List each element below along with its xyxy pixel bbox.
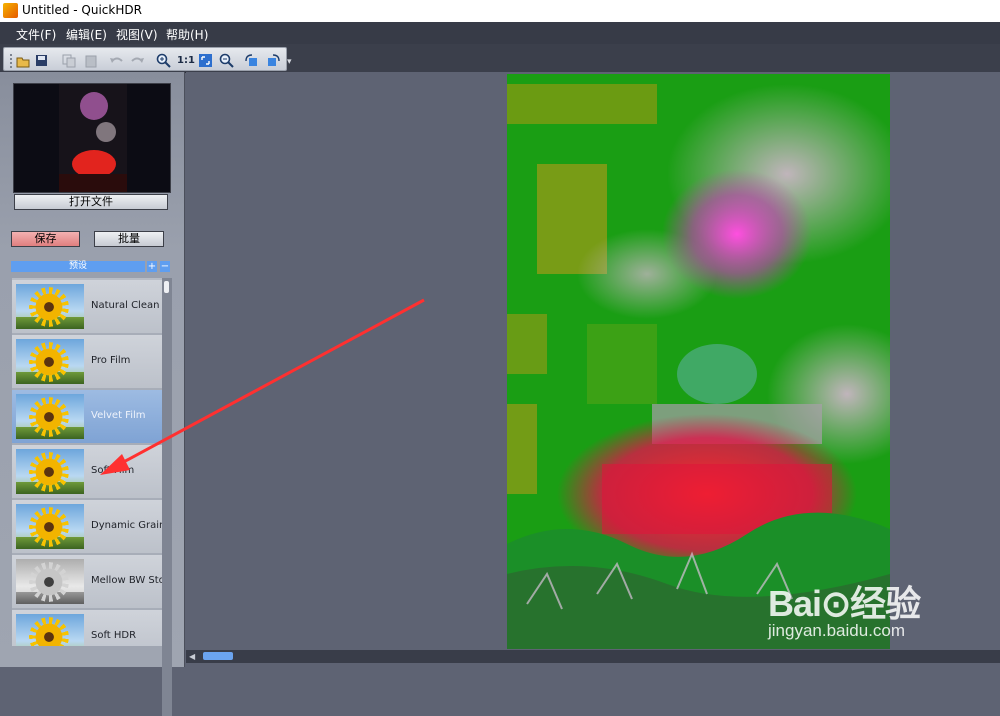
preset-item-velvet-film[interactable]: Velvet Film [12,390,162,445]
preset-thumbnail [16,559,84,604]
toolbar: 1:1 ▾ [0,44,1000,73]
preset-item-natural-clean[interactable]: Natural Clean [12,280,162,335]
batch-button[interactable]: 批量 [94,231,164,247]
preset-item-dynamic-grain[interactable]: Dynamic Grain [12,500,162,555]
menu-file[interactable]: 文件(F) [16,26,56,43]
menu-help[interactable]: 帮助(H) [166,26,208,43]
preset-label: Natural Clean [91,300,160,311]
preset-thumbnail [16,504,84,549]
preset-label: Velvet Film [91,410,146,421]
preset-label: Dynamic Grain [91,520,162,531]
paste-icon[interactable] [83,53,98,68]
scrollbar-thumb[interactable] [164,281,169,293]
scrollbar-thumb[interactable] [203,652,233,660]
undo-icon[interactable] [109,53,124,68]
open-file-button[interactable]: 打开文件 [14,194,168,210]
preset-label: Pro Film [91,355,131,366]
preset-item-soft-film[interactable]: Soft Film [12,445,162,500]
app-icon [3,3,18,18]
fit-window-icon[interactable] [198,53,213,68]
copy-icon[interactable] [61,53,76,68]
open-icon[interactable] [16,53,31,68]
save-button[interactable]: 保存 [11,231,80,247]
presets-header[interactable]: 预设 [11,261,145,272]
image-thumbnail [13,83,171,193]
save-icon[interactable] [34,53,49,68]
preset-list: Natural Clean Pro Film Velvet Film Soft … [12,278,162,646]
left-panel: 打开文件 保存 批量 预设 + − Natural Clean Pro Film… [0,72,185,716]
scroll-left-icon[interactable]: ◀ [189,652,195,661]
preset-thumbnail [16,339,84,384]
toolbar-group: 1:1 [3,47,287,71]
preset-thumbnail [16,614,84,646]
preset-item-soft-hdr[interactable]: Soft HDR [12,610,162,646]
horizontal-scrollbar[interactable]: ◀ [186,650,1000,663]
preset-item-pro-film[interactable]: Pro Film [12,335,162,390]
baidu-watermark: Bai⊙经验 jingyan.baidu.com [760,553,980,653]
preset-label: Soft HDR [91,630,137,641]
menu-edit[interactable]: 编辑(E) [66,26,107,43]
zoom-in-icon[interactable] [156,53,171,68]
menu-bar: 文件(F) 编辑(E) 视图(V) 帮助(H) [0,22,1000,44]
preset-thumbnail [16,394,84,439]
actual-size-icon[interactable]: 1:1 [176,53,196,68]
window-title: Untitled - QuickHDR [22,3,142,17]
preset-item-mellow-bw[interactable]: Mellow BW Stoc [12,555,162,610]
preset-label: Mellow BW Stoc [91,575,162,586]
zoom-out-icon[interactable] [219,53,234,68]
title-bar: Untitled - QuickHDR [0,0,1000,23]
redo-icon[interactable] [130,53,145,68]
preset-thumbnail [16,284,84,329]
remove-preset-button[interactable]: − [160,261,170,272]
toolbar-overflow-icon[interactable]: ▾ [287,57,292,67]
watermark-url: jingyan.baidu.com [768,621,906,640]
preset-list-scrollbar[interactable] [162,278,172,716]
preset-thumbnail [16,449,84,494]
add-preset-button[interactable]: + [147,261,157,272]
rotate-right-icon[interactable] [266,53,281,68]
menu-view[interactable]: 视图(V) [116,26,158,43]
rotate-left-icon[interactable] [244,53,259,68]
watermark-brand: Bai⊙经验 [768,583,921,624]
preset-label: Soft Film [91,465,135,476]
toolbar-grip[interactable] [10,54,15,68]
